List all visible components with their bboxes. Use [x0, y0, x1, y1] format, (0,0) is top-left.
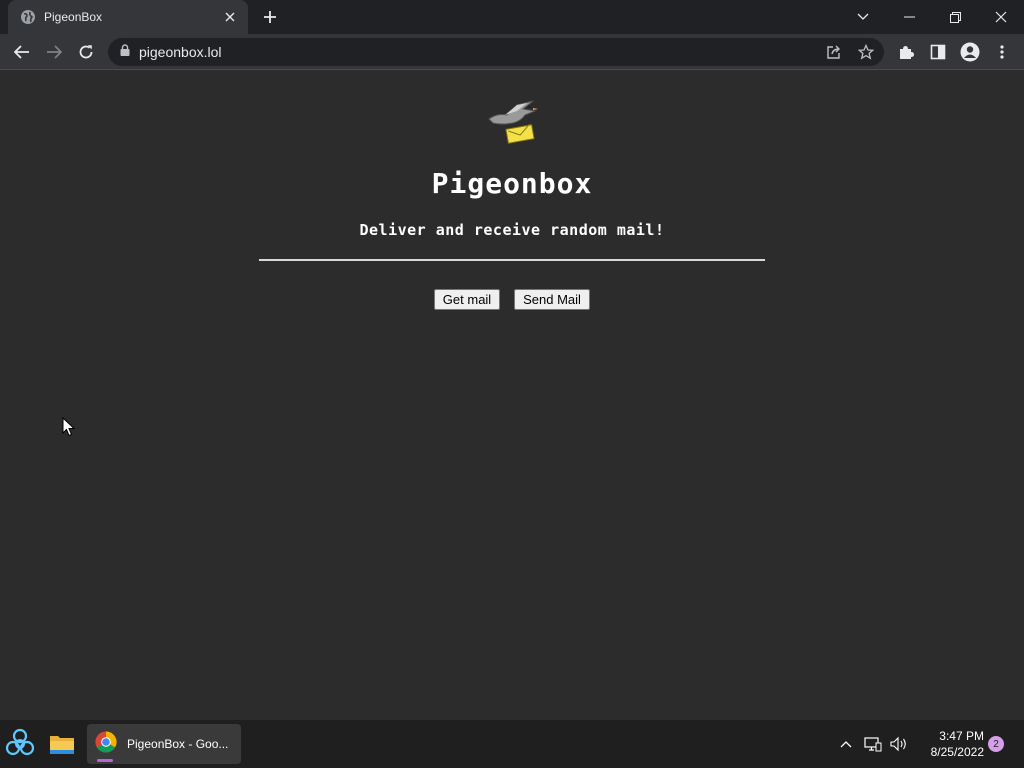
active-window-indicator [97, 759, 113, 762]
browser-toolbar: pigeonbox.lol [0, 34, 1024, 70]
lock-icon[interactable] [120, 43, 130, 61]
send-mail-button[interactable]: Send Mail [514, 289, 590, 310]
minimize-icon[interactable] [886, 0, 932, 34]
browser-titlebar: PigeonBox [0, 0, 1024, 34]
bookmark-star-icon[interactable] [858, 44, 874, 60]
kebab-menu-icon[interactable] [988, 38, 1016, 66]
system-clock[interactable]: 3:47 PM 8/25/2022 [912, 728, 984, 760]
restore-icon[interactable] [932, 0, 978, 34]
tab-pigeonbox[interactable]: PigeonBox [8, 0, 248, 34]
tab-search-icon[interactable] [840, 0, 886, 34]
network-icon[interactable] [862, 720, 884, 768]
taskbar-chrome-window[interactable]: PigeonBox - Goo... [87, 724, 241, 764]
forward-arrow-icon[interactable] [40, 38, 68, 66]
clock-time: 3:47 PM [939, 729, 984, 743]
taskbar-window-label: PigeonBox - Goo... [127, 737, 229, 751]
notification-badge[interactable]: 2 [988, 736, 1004, 752]
globe-icon [20, 9, 36, 25]
chrome-icon [95, 730, 117, 758]
side-panel-icon[interactable] [924, 38, 952, 66]
divider [259, 259, 765, 261]
page-content: Pigeonbox Deliver and receive random mai… [0, 71, 1024, 720]
get-mail-button[interactable]: Get mail [434, 289, 500, 310]
back-arrow-icon[interactable] [8, 38, 36, 66]
chevron-up-icon[interactable] [836, 720, 856, 768]
page-title: Pigeonbox [431, 167, 593, 200]
tab-title: PigeonBox [44, 10, 103, 24]
share-icon[interactable] [826, 44, 842, 60]
new-tab-icon[interactable] [258, 6, 282, 28]
mouse-pointer-icon [62, 416, 76, 437]
extensions-puzzle-icon[interactable] [892, 38, 920, 66]
reload-icon[interactable] [72, 38, 100, 66]
tagline: Deliver and receive random mail! [359, 221, 665, 239]
address-bar[interactable]: pigeonbox.lol [108, 38, 884, 66]
volume-icon[interactable] [888, 720, 910, 768]
pigeon-logo-icon [487, 99, 539, 147]
clock-date: 8/25/2022 [930, 745, 984, 759]
url-text: pigeonbox.lol [139, 44, 222, 60]
close-window-icon[interactable] [978, 0, 1024, 34]
close-tab-icon[interactable] [222, 9, 238, 25]
file-explorer-icon[interactable] [44, 720, 80, 768]
taskbar: PigeonBox - Goo... 3:47 PM 8/25/2022 2 [0, 720, 1024, 768]
profile-avatar-icon[interactable] [956, 38, 984, 66]
start-biohazard-icon[interactable] [0, 720, 40, 768]
